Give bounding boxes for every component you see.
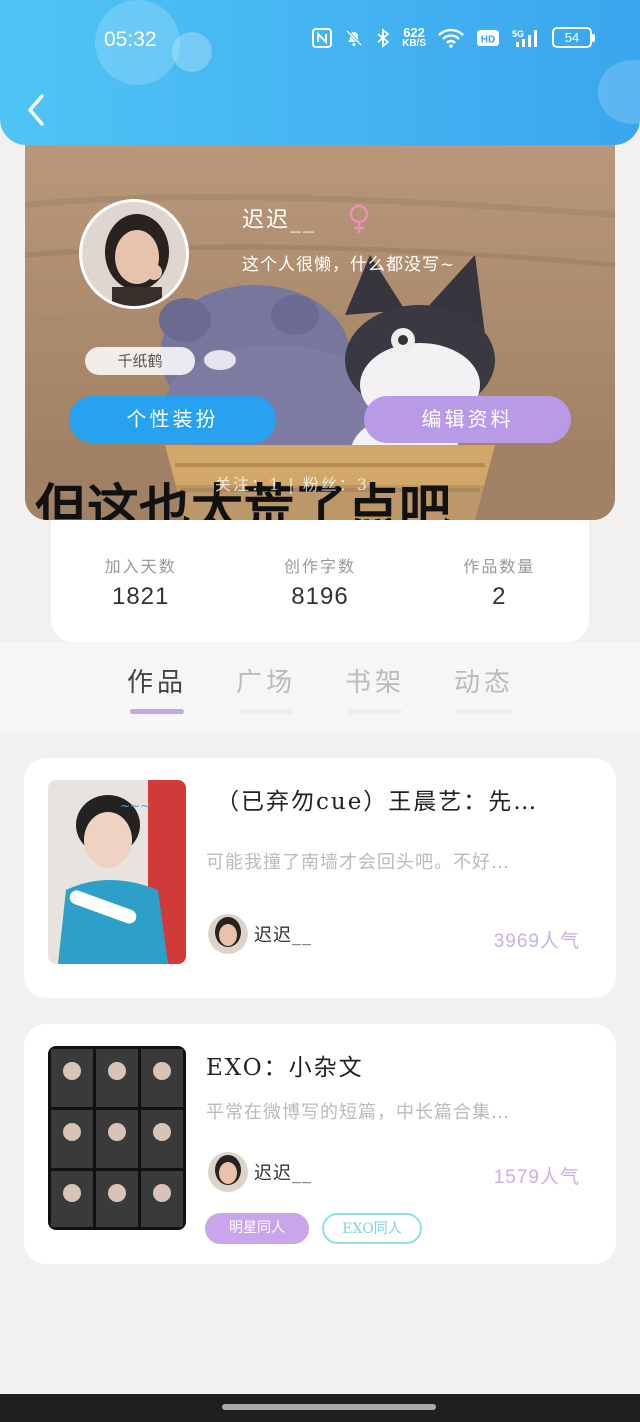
status-icons: 622 KB/S HD 5G 54 xyxy=(312,25,595,49)
personal-dress-button[interactable]: 个性装扮 xyxy=(69,396,276,443)
back-arrow-icon[interactable] xyxy=(22,92,52,128)
battery-indicator: 54 xyxy=(552,27,595,48)
tab-square[interactable]: 广场 xyxy=(231,662,301,714)
svg-text:~~~: ~~~ xyxy=(120,799,150,813)
hd-icon: HD xyxy=(477,29,499,46)
stat-word-count: 创作字数 8196 xyxy=(230,520,409,642)
work-author[interactable]: 迟迟__ xyxy=(208,914,312,954)
author-name: 迟迟__ xyxy=(254,925,312,946)
stat-value: 2 xyxy=(492,583,507,610)
work-author[interactable]: 迟迟__ xyxy=(208,1152,312,1192)
tab-indicator xyxy=(130,709,184,714)
tab-indicator xyxy=(457,709,511,714)
work-description: 可能我撞了南墙才会回头吧。不好… xyxy=(206,852,510,873)
net-speed: 622 KB/S xyxy=(402,25,426,49)
decor-bubble xyxy=(598,60,640,124)
work-cover-image: ~~~ xyxy=(48,780,186,964)
mute-bell-icon xyxy=(346,29,363,46)
stat-works-count: 作品数量 2 xyxy=(410,520,589,642)
signal-5g-icon: 5G xyxy=(512,29,537,47)
tab-works[interactable]: 作品 xyxy=(122,662,192,714)
tab-bar: 作品 广场 书架 动态 xyxy=(0,642,640,732)
nfc-icon xyxy=(312,27,333,48)
stat-join-days: 加入天数 1821 xyxy=(51,520,230,642)
tab-moments[interactable]: 动态 xyxy=(449,662,519,714)
stats-panel: 加入天数 1821 创作字数 8196 作品数量 2 xyxy=(51,520,589,642)
work-cover-image xyxy=(48,1046,186,1230)
svg-text:HD: HD xyxy=(481,34,495,45)
work-title[interactable]: EXO：小杂文 xyxy=(206,1048,586,1082)
user-badge: 千纸鹤 xyxy=(85,347,195,375)
work-popularity: 1579人气 xyxy=(493,1167,580,1188)
stat-label: 加入天数 xyxy=(104,557,177,576)
tag-exo-fanfic[interactable]: EXO同人 xyxy=(322,1213,422,1244)
tag-star-fanfic[interactable]: 明星同人 xyxy=(205,1213,309,1244)
profile-banner: 但这也太荒了点吧 xyxy=(25,145,615,520)
banner-background-image: 但这也太荒了点吧 xyxy=(25,145,615,520)
work-card[interactable]: ~~~ （已弃勿cue）王晨艺：先… 可能我撞了南墙才会回头吧。不好… 迟迟__… xyxy=(24,758,616,998)
profile-username: 迟迟__ xyxy=(242,208,317,233)
work-popularity: 3969人气 xyxy=(493,931,580,952)
female-gender-icon xyxy=(349,204,369,233)
top-header: 05:32 622 KB/S HD 5G 54 xyxy=(0,0,640,145)
home-indicator[interactable] xyxy=(222,1404,436,1410)
svg-text:5G: 5G xyxy=(512,29,524,39)
work-title[interactable]: （已弃勿cue）王晨艺：先… xyxy=(216,782,596,816)
work-card[interactable]: EXO：小杂文 平常在微博写的短篇，中长篇合集… 迟迟__ 1579人气 明星同… xyxy=(24,1024,616,1264)
author-name: 迟迟__ xyxy=(254,1163,312,1184)
stat-label: 作品数量 xyxy=(463,557,536,576)
tab-indicator xyxy=(348,709,402,714)
wifi-icon xyxy=(438,28,464,48)
decor-bubble xyxy=(172,32,212,72)
stat-value: 1821 xyxy=(111,583,170,610)
bluetooth-icon xyxy=(377,27,390,48)
tab-bookshelf[interactable]: 书架 xyxy=(340,662,410,714)
navigation-bar xyxy=(0,1394,640,1422)
author-avatar xyxy=(208,914,248,954)
author-avatar xyxy=(208,1152,248,1192)
work-description: 平常在微博写的短篇，中长篇合集… xyxy=(206,1102,510,1123)
follow-stats[interactable]: 关注：1 | 粉丝：3 xyxy=(215,471,369,495)
user-avatar[interactable] xyxy=(79,199,189,309)
tab-indicator xyxy=(239,709,293,714)
stat-value: 8196 xyxy=(291,583,349,610)
edit-profile-button[interactable]: 编辑资料 xyxy=(364,396,571,443)
profile-bio: 这个人很懒，什么都没写~ xyxy=(242,255,456,275)
stat-label: 创作字数 xyxy=(283,557,356,576)
status-time: 05:32 xyxy=(104,28,157,51)
